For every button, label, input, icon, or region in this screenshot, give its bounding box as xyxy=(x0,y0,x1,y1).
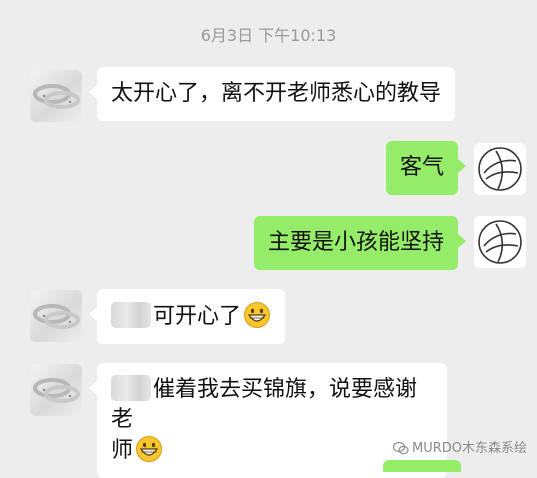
wechat-icon xyxy=(392,441,409,455)
next-message-bubble-outgoing[interactable] xyxy=(383,460,461,472)
contact-avatar[interactable] xyxy=(30,70,82,122)
message-bubble-incoming[interactable]: 可开心了 xyxy=(88,289,286,344)
chat-timestamp: 6月3日 下午10:13 xyxy=(200,26,337,45)
contact-avatar[interactable] xyxy=(30,364,82,416)
message-text: 可开心了 xyxy=(153,304,242,329)
grinning-face-emoji-icon xyxy=(136,436,163,462)
contact-avatar[interactable] xyxy=(30,290,82,342)
bracelet-photo-icon xyxy=(33,304,80,329)
signature-logo-icon xyxy=(478,220,522,264)
grinning-face-emoji-icon xyxy=(244,302,271,328)
bracelet-photo-icon xyxy=(33,378,80,403)
message-text: 师 xyxy=(111,438,134,463)
message-text: 主要是小孩能坚持 xyxy=(267,230,444,255)
message-line: 催着我去买锦旗，说要感谢老 xyxy=(111,375,433,435)
signature-logo-icon xyxy=(478,147,522,191)
self-avatar[interactable] xyxy=(474,143,526,195)
message-bubble-outgoing[interactable]: 主要是小孩能坚持 xyxy=(253,216,467,270)
watermark: MURDO木东森系绘 xyxy=(392,437,527,456)
bracelet-photo-icon xyxy=(33,84,80,109)
watermark-text: MURDO木东森系绘 xyxy=(411,441,527,456)
message-text: 太开心了，离不开老师悉心的教导 xyxy=(111,81,442,106)
message-bubble-outgoing[interactable]: 客气 xyxy=(385,141,467,195)
message-text: 催着我去买锦旗，说要感谢老 xyxy=(111,377,418,432)
message-text: 客气 xyxy=(399,155,444,180)
redacted-name xyxy=(111,375,151,401)
redacted-name xyxy=(111,302,151,328)
message-bubble-incoming[interactable]: 太开心了，离不开老师悉心的教导 xyxy=(88,67,456,121)
self-avatar[interactable] xyxy=(474,216,526,268)
